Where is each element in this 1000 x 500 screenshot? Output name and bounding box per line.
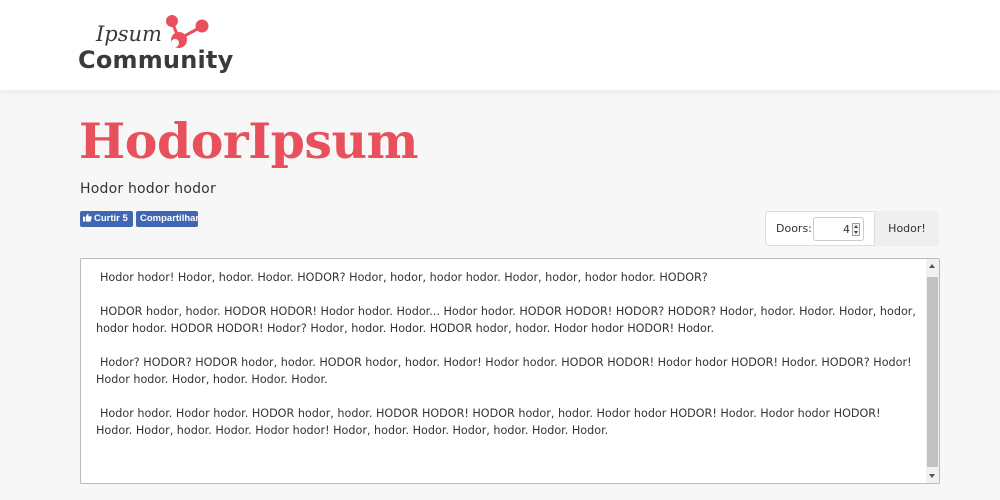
ipsum-community-logo[interactable]: Ipsum Community — [78, 12, 238, 76]
doors-input-group: Doors: 4 — [765, 211, 875, 246]
spinner-arrows-icon[interactable] — [852, 223, 860, 236]
page-title: HodorIpsum — [79, 112, 418, 170]
facebook-share-button[interactable]: Compartilhar — [136, 211, 199, 227]
facebook-like-button[interactable]: Curtir 5 — [80, 211, 133, 227]
generated-text: Hodor hodor! Hodor, hodor. Hodor. HODOR?… — [96, 269, 916, 456]
doors-generator: Doors: 4 Hodor! — [765, 211, 939, 246]
header-bar: Ipsum Community — [0, 0, 1000, 90]
page-subtitle: Hodor hodor hodor — [80, 181, 216, 197]
paragraph: Hodor hodor. Hodor hodor. HODOR hodor, h… — [96, 407, 881, 437]
scroll-up-arrow-icon[interactable] — [929, 264, 935, 268]
like-label: Curtir 5 — [94, 213, 128, 224]
thumbs-up-icon — [83, 213, 92, 222]
scrollbar-thumb[interactable] — [927, 277, 938, 467]
doors-number-input[interactable]: 4 — [813, 217, 864, 241]
paragraph: Hodor? HODOR? HODOR hodor, hodor. HODOR … — [96, 356, 912, 386]
paragraph: Hodor hodor! Hodor, hodor. Hodor. HODOR?… — [100, 271, 708, 284]
doors-value: 4 — [843, 223, 850, 236]
hodor-generate-button[interactable]: Hodor! — [875, 211, 939, 246]
logo-top-word: Ipsum — [96, 22, 162, 46]
vertical-scrollbar[interactable] — [926, 259, 939, 483]
doors-label: Doors: — [776, 222, 812, 235]
scroll-down-arrow-icon[interactable] — [929, 474, 935, 478]
paragraph: HODOR hodor, hodor. HODOR HODOR! Hodor h… — [96, 305, 916, 335]
generated-text-area[interactable]: Hodor hodor! Hodor, hodor. Hodor. HODOR?… — [80, 258, 940, 484]
logo-bottom-word: Community — [78, 46, 234, 74]
